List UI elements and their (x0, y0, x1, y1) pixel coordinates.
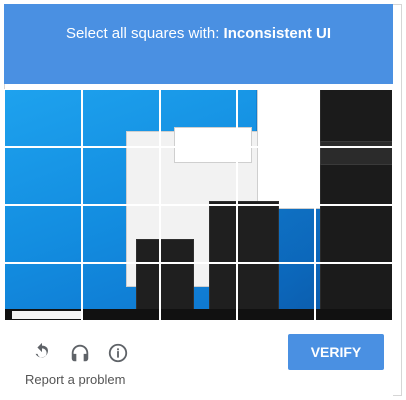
footer-icons (29, 340, 131, 366)
grid-tile[interactable] (4, 263, 82, 321)
grid-tile[interactable] (237, 89, 316, 147)
grid-tile[interactable] (81, 205, 160, 263)
captcha-header: Select all squares with: Inconsistent UI (4, 4, 393, 84)
info-icon-svg (108, 343, 128, 363)
grid-tile[interactable] (4, 205, 82, 263)
grid-tile[interactable] (81, 263, 160, 321)
reload-icon[interactable] (29, 340, 55, 366)
instruction-prefix: Select all squares with: (65, 25, 220, 42)
instruction-target: Inconsistent UI (223, 25, 332, 42)
grid-tile[interactable] (315, 89, 393, 147)
reload-icon-svg (35, 342, 48, 358)
grid-tile[interactable] (159, 263, 238, 321)
grid-tile[interactable] (315, 263, 393, 321)
captcha-footer: Report a problem VERIFY (4, 320, 393, 396)
captcha-image-grid (4, 89, 393, 321)
grid-tile[interactable] (159, 205, 238, 263)
grid-tile[interactable] (237, 205, 316, 263)
info-icon[interactable] (105, 340, 131, 366)
grid-tile[interactable] (237, 263, 316, 321)
headphones-icon[interactable] (67, 340, 93, 366)
verify-button[interactable]: VERIFY (288, 334, 384, 370)
grid-tile[interactable] (4, 89, 82, 147)
grid-tile[interactable] (315, 205, 393, 263)
grid-tile[interactable] (237, 147, 316, 205)
grid-tile[interactable] (81, 147, 160, 205)
instruction-text: Select all squares with: Inconsistent UI (4, 25, 393, 43)
grid-tile[interactable] (81, 89, 160, 147)
headphones-icon-svg (71, 344, 89, 362)
report-problem-link[interactable]: Report a problem (25, 372, 125, 387)
grid-tile[interactable] (315, 147, 393, 205)
grid-tile[interactable] (4, 147, 82, 205)
grid-tile[interactable] (159, 147, 238, 205)
grid-tile[interactable] (159, 89, 238, 147)
